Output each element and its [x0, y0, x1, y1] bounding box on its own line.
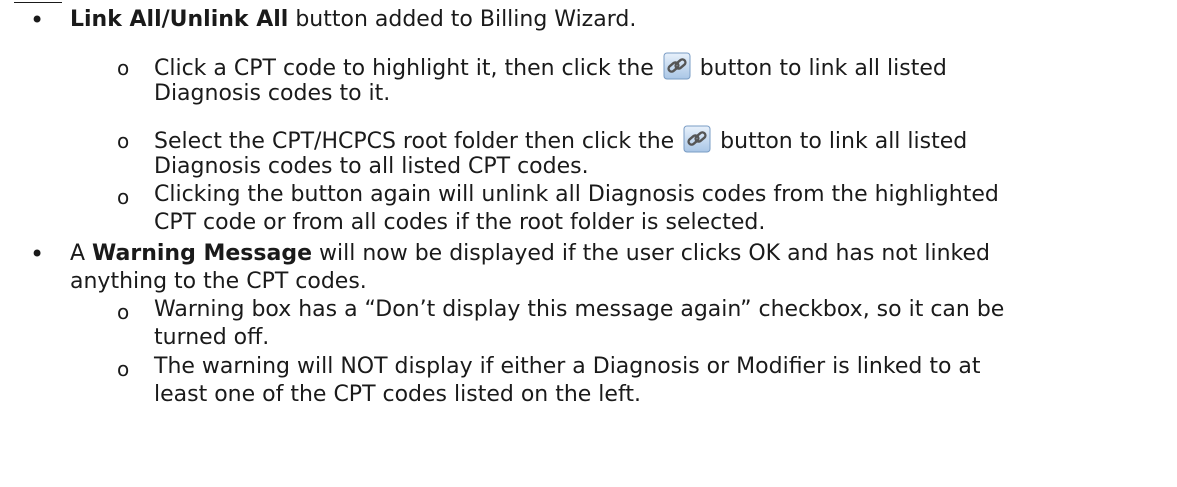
- sub-item-line: Click a CPT code to highlight it, then c…: [154, 52, 947, 83]
- sub-item-line: Diagnosis codes to it.: [154, 81, 391, 106]
- link-chain-icon: [683, 125, 711, 153]
- bullet: •: [30, 240, 45, 268]
- sub-bullet: o: [117, 185, 130, 209]
- sub-item-line: CPT code or from all codes if the root f…: [154, 210, 766, 235]
- feature-name: Link All/Unlink All: [70, 7, 289, 32]
- sub-item-text: Click a CPT code to highlight it, then c…: [154, 56, 661, 81]
- sub-item-line: least one of the CPT codes listed on the…: [154, 382, 641, 407]
- bullet-item-link-all: Link All/Unlink All button added to Bill…: [70, 6, 636, 34]
- sub-bullet: o: [117, 129, 130, 153]
- sub-item-text: button to link all listed: [713, 129, 968, 154]
- release-notes-page: • Link All/Unlink All button added to Bi…: [0, 0, 1177, 487]
- clipped-heading-underline: [14, 0, 62, 3]
- link-chain-icon: [663, 52, 691, 80]
- sub-item-line: Diagnosis codes to all listed CPT codes.: [154, 154, 589, 179]
- sub-item-line: turned off.: [154, 325, 270, 350]
- sub-bullet: o: [117, 357, 130, 381]
- bullet-item-line: anything to the CPT codes.: [70, 269, 367, 294]
- bullet-text: will now be displayed if the user clicks…: [312, 241, 991, 266]
- sub-item-line: Clicking the button again will unlink al…: [154, 182, 999, 207]
- bullet: •: [30, 6, 45, 34]
- bullet-item-warning: A Warning Message will now be displayed …: [70, 240, 990, 268]
- sub-item-text: Select the CPT/HCPCS root folder then cl…: [154, 129, 682, 154]
- sub-item-line: The warning will NOT display if either a…: [154, 354, 981, 379]
- feature-name: Warning Message: [92, 241, 313, 266]
- sub-bullet: o: [117, 56, 130, 80]
- bullet-text: button added to Billing Wizard.: [288, 7, 637, 32]
- bullet-text: A: [70, 241, 93, 266]
- sub-item-text: button to link all listed: [692, 56, 947, 81]
- sub-item-line: Warning box has a “Don’t display this me…: [154, 297, 1005, 322]
- sub-item-line: Select the CPT/HCPCS root folder then cl…: [154, 125, 967, 156]
- sub-bullet: o: [117, 300, 130, 324]
